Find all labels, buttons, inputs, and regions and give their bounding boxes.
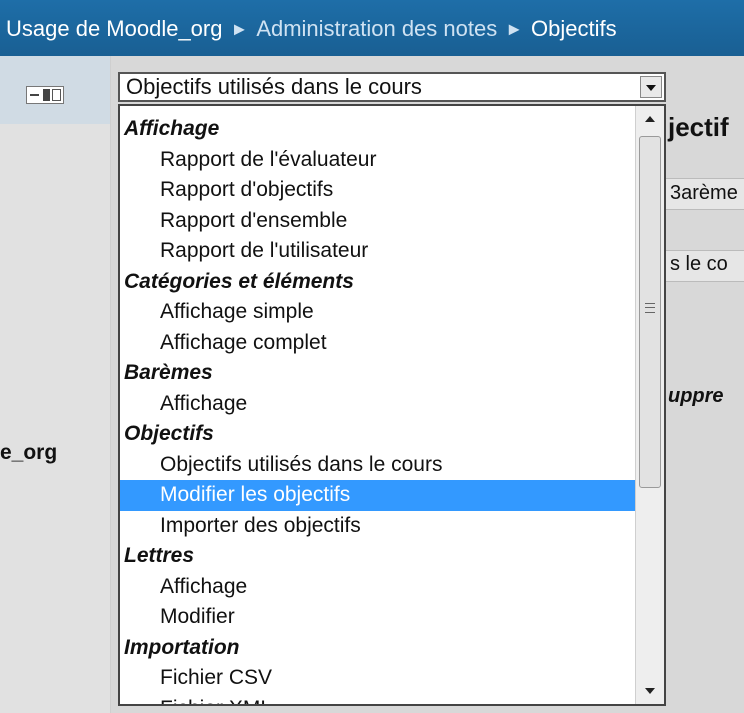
- dropdown-scrollbar[interactable]: [635, 106, 664, 704]
- option-list: Affichage Rapport de l'évaluateur Rappor…: [120, 114, 636, 705]
- breadcrumb-separator-icon: ►: [505, 19, 524, 40]
- breadcrumb-current: Objectifs: [531, 16, 617, 42]
- option-objectifs-cours[interactable]: Objectifs utilisés dans le cours: [120, 450, 636, 481]
- chevron-down-icon[interactable]: [640, 76, 662, 98]
- option-lettres-affichage[interactable]: Affichage: [120, 572, 636, 603]
- delete-fragment: uppre: [668, 385, 724, 407]
- grade-navigation-select[interactable]: Objectifs utilisés dans le cours: [118, 72, 666, 102]
- left-block-panel: e_org: [0, 56, 111, 713]
- option-rapport-ensemble[interactable]: Rapport d'ensemble: [120, 206, 636, 237]
- scale-fragment: 3arème: [670, 182, 738, 204]
- course-fragment: s le co: [670, 253, 728, 275]
- option-importer-objectifs[interactable]: Importer des objectifs: [120, 511, 636, 542]
- option-fichier-xml[interactable]: Fichier XML: [120, 694, 636, 705]
- option-fichier-csv[interactable]: Fichier CSV: [120, 663, 636, 694]
- option-affichage-simple[interactable]: Affichage simple: [120, 297, 636, 328]
- optgroup-importation: Importation: [124, 635, 240, 659]
- optgroup-affichage: Affichage: [124, 117, 220, 140]
- option-modifier-objectifs[interactable]: Modifier les objectifs: [120, 480, 636, 511]
- scroll-thumb[interactable]: [639, 136, 661, 488]
- breadcrumb: Usage de Moodle_org ► Administration des n…: [0, 0, 744, 56]
- option-baremes-affichage[interactable]: Affichage: [120, 389, 636, 420]
- course-name-fragment: e_org: [0, 441, 58, 464]
- grade-navigation-dropdown[interactable]: Affichage Rapport de l'évaluateur Rappor…: [118, 104, 666, 706]
- grip-icon: [645, 303, 655, 313]
- page-heading-fragment: jectif: [668, 112, 729, 142]
- breadcrumb-course-link[interactable]: Usage de Moodle_org: [0, 16, 222, 41]
- optgroup-lettres: Lettres: [124, 544, 195, 567]
- block-header: [0, 56, 110, 124]
- option-rapport-objectifs[interactable]: Rapport d'objectifs: [120, 175, 636, 206]
- dock-block-icon[interactable]: [26, 86, 64, 104]
- option-rapport-utilisateur[interactable]: Rapport de l'utilisateur: [120, 236, 636, 267]
- select-value: Objectifs utilisés dans le cours: [126, 74, 422, 99]
- breadcrumb-grades-admin-link[interactable]: Administration des notes: [256, 16, 497, 41]
- scroll-up-icon[interactable]: [636, 106, 664, 132]
- breadcrumb-separator-icon: ►: [230, 19, 249, 40]
- scroll-down-icon[interactable]: [636, 678, 664, 704]
- option-lettres-modifier[interactable]: Modifier: [120, 602, 636, 633]
- optgroup-objectifs: Objectifs: [124, 422, 214, 445]
- optgroup-baremes: Barèmes: [124, 361, 213, 384]
- optgroup-categories: Catégories et éléments: [124, 269, 354, 293]
- option-affichage-complet[interactable]: Affichage complet: [120, 328, 636, 359]
- option-rapport-evaluateur[interactable]: Rapport de l'évaluateur: [120, 145, 636, 176]
